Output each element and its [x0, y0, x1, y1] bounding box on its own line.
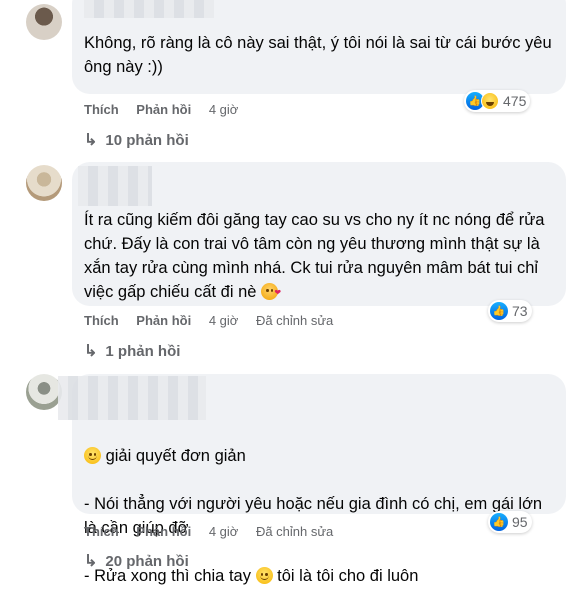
comment-line-1-text: giải quyết đơn giản	[105, 447, 246, 465]
comment-bubble: Không, rõ ràng là cô này sai thật, ý tôi…	[72, 0, 566, 94]
haha-icon	[481, 92, 499, 110]
comment-text: Không, rõ ràng là cô này sai thật, ý tôi…	[84, 34, 552, 76]
reply-arrow-icon: ↳	[84, 343, 98, 360]
author-name-blurred[interactable]	[78, 166, 152, 206]
like-button[interactable]: Thích	[84, 524, 119, 539]
view-replies-link[interactable]: ↳ 1 phản hồi	[84, 341, 180, 361]
timestamp[interactable]: 4 giờ	[209, 102, 239, 117]
smile-emoji-icon	[84, 447, 101, 464]
comment-actions: Thích Phản hồi 4 giờ Đã chỉnh sửa	[84, 524, 347, 539]
reaction-count: 475	[503, 93, 527, 109]
reply-button[interactable]: Phản hồi	[136, 102, 191, 117]
like-button[interactable]: Thích	[84, 102, 119, 117]
replies-count-label: 20 phản hồi	[105, 552, 189, 570]
like-button[interactable]: Thích	[84, 313, 119, 328]
reaction-summary[interactable]: 👍 73	[488, 300, 532, 322]
edited-label: Đã chỉnh sửa	[255, 524, 334, 539]
comment-text: Ít ra cũng kiếm đôi găng tay cao su vs c…	[84, 208, 552, 304]
like-icon: 👍	[490, 302, 508, 320]
comment-bubble: giải quyết đơn giản - Nói thẳng với ngườ…	[58, 374, 566, 585]
comment-line-1: giải quyết đơn giản	[84, 444, 552, 468]
reply-button[interactable]: Phản hồi	[136, 313, 191, 328]
kiss-emoji-icon: ❤	[261, 283, 281, 300]
comment-actions: Thích Phản hồi 4 giờ	[84, 102, 252, 117]
author-name-blurred[interactable]	[58, 376, 206, 420]
reaction-count: 73	[512, 303, 528, 319]
comment-actions: Thích Phản hồi 4 giờ Đã chỉnh sửa	[84, 313, 347, 328]
view-replies-link[interactable]: ↳ 10 phản hồi	[84, 130, 189, 150]
reaction-summary[interactable]: 👍 95	[488, 511, 532, 533]
avatar[interactable]	[26, 374, 62, 410]
reaction-summary[interactable]: 👍 475	[464, 90, 531, 112]
avatar[interactable]	[26, 165, 62, 201]
reply-arrow-icon: ↳	[84, 132, 98, 149]
comment-bubble: Ít ra cũng kiếm đôi găng tay cao su vs c…	[72, 162, 566, 306]
edited-label: Đã chỉnh sửa	[255, 313, 334, 328]
comment-text-body: Ít ra cũng kiếm đôi găng tay cao su vs c…	[84, 211, 545, 301]
timestamp[interactable]: 4 giờ	[209, 524, 239, 539]
replies-count-label: 1 phản hồi	[105, 342, 181, 360]
author-name-blurred[interactable]	[84, 0, 214, 18]
reply-arrow-icon: ↳	[84, 553, 98, 570]
like-icon: 👍	[490, 513, 508, 531]
replies-count-label: 10 phản hồi	[105, 131, 189, 149]
timestamp[interactable]: 4 giờ	[209, 313, 239, 328]
reaction-count: 95	[512, 514, 528, 530]
reply-button[interactable]: Phản hồi	[136, 524, 191, 539]
comment-text: giải quyết đơn giản - Nói thẳng với ngườ…	[84, 420, 552, 612]
view-replies-link[interactable]: ↳ 20 phản hồi	[84, 551, 189, 571]
avatar[interactable]	[26, 4, 62, 40]
